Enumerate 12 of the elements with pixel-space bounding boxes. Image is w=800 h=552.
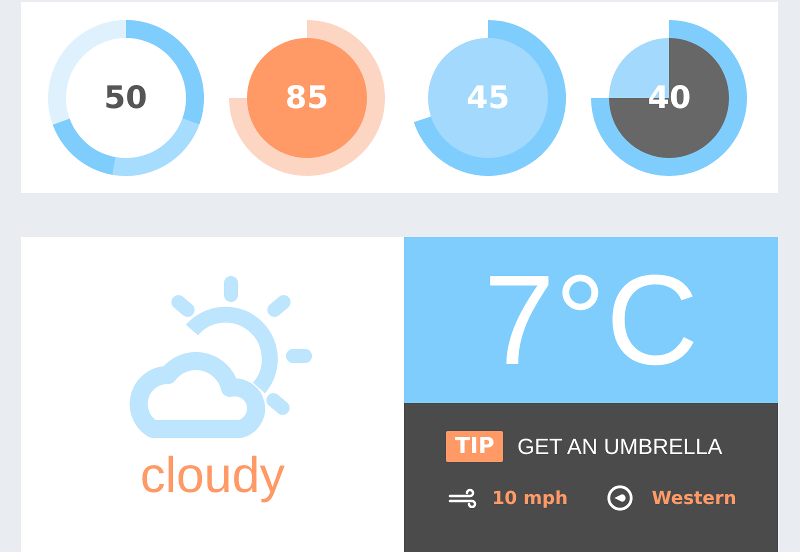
gauge-value: 45 <box>466 80 510 116</box>
wind-icon <box>448 488 478 508</box>
tip-text: GET AN UMBRELLA <box>517 434 722 460</box>
gauge-value: 85 <box>285 80 328 116</box>
gauge-value: 50 <box>104 80 148 116</box>
weather-condition: cloudy <box>140 446 285 504</box>
wind-speed: 10 mph <box>492 488 568 508</box>
temperature: 7°C <box>484 248 698 394</box>
compass-icon <box>606 484 634 512</box>
wind-direction: Western <box>652 488 736 508</box>
gauge-value: 40 <box>648 80 691 116</box>
tip-badge: TIP <box>446 431 504 462</box>
